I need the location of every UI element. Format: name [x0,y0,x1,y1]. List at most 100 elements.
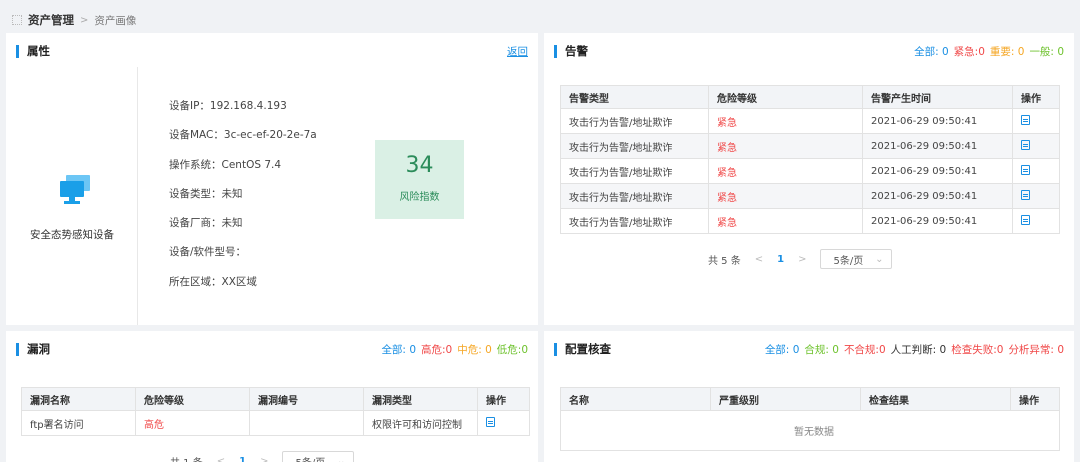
pager-total: 共 5 条 [708,255,741,267]
vuln-pagination: 共 1 条 < 1 > 5条/页 ⌄ [170,451,355,462]
col-header: 操作 [1010,387,1060,411]
config-header: 配置核查 全部: 0 合规: 0 不合规:0 人工判断: 0 检查失败:0 分析… [554,341,1064,357]
back-link[interactable]: 返回 [507,44,528,59]
vuln-name: ftp署名访问 [21,410,136,436]
prop-mac: 设备MAC：3c-ec-ef-20-2e-7a [169,129,317,142]
alarm-filter-all[interactable]: 全部: 0 [914,44,949,59]
prev-page-icon[interactable]: < [217,456,225,462]
risk-value: 34 [405,153,434,178]
vuln-filter-low[interactable]: 低危:0 [497,342,528,357]
table-row[interactable]: 攻击行为告警/地址欺诈 紧急 2021-06-29 09:50:41 [560,133,1060,159]
config-filter-bad[interactable]: 不合规:0 [844,342,886,357]
col-header: 严重级别 [710,387,861,411]
config-filter-ok[interactable]: 合规: 0 [804,342,839,357]
alarm-level: 紧急 [708,108,863,134]
risk-index-card: 34 风险指数 [375,140,464,219]
page-number[interactable]: 1 [239,456,246,462]
alarm-title: 告警 [565,44,588,58]
vuln-filter-all[interactable]: 全部: 0 [381,342,416,357]
breadcrumb: 资产管理 > 资产画像 [12,12,136,28]
detail-icon[interactable] [1021,189,1030,200]
alarm-type: 攻击行为告警/地址欺诈 [560,158,709,184]
alarm-level: 紧急 [708,133,863,159]
pager-total: 共 1 条 [170,454,203,462]
col-header: 告警产生时间 [862,85,1013,109]
table-row[interactable]: ftp署名访问 高危 权限许可和访问控制 [21,410,530,436]
table-row[interactable]: 攻击行为告警/地址欺诈 紧急 2021-06-29 09:50:41 [560,183,1060,209]
alarm-type: 攻击行为告警/地址欺诈 [560,183,709,209]
computer-icon [60,175,90,204]
col-header: 危险等级 [135,387,250,411]
vuln-panel: 漏洞 全部: 0 高危:0 中危: 0 低危:0 漏洞名称 危险等级 漏洞编号 … [6,331,538,462]
vuln-type: 权限许可和访问控制 [363,410,478,436]
breadcrumb-current[interactable]: 资产管理 [28,12,74,28]
vuln-filter-mid[interactable]: 中危: 0 [457,342,492,357]
empty-row: 暂无数据 [560,410,1060,451]
title-bar [16,342,19,356]
config-filter-all[interactable]: 全部: 0 [765,342,800,357]
detail-icon[interactable] [1021,214,1030,225]
col-header: 名称 [560,387,711,411]
detail-icon[interactable] [486,416,495,427]
alarm-time: 2021-06-29 09:50:41 [862,133,1013,159]
vuln-table: 漏洞名称 危险等级 漏洞编号 漏洞类型 操作 ftp署名访问 高危 权限许可和访问控… [21,387,530,436]
page-size-select[interactable]: 5条/页 ⌄ [282,451,355,462]
config-title: 配置核查 [565,342,611,356]
vuln-title: 漏洞 [27,342,50,356]
attr-title: 属性 [27,44,50,58]
alarm-time: 2021-06-29 09:50:41 [862,158,1013,184]
alarm-level: 紧急 [708,208,863,234]
config-filter-fail[interactable]: 检查失败:0 [951,342,1003,357]
attr-panel: 属性 返回 安全态势感知设备 设备IP：192.168.4.193 设备MAC：… [6,33,538,325]
col-header: 告警类型 [560,85,709,109]
breadcrumb-separator-icon: > [80,14,89,26]
page-size-select[interactable]: 5条/页 ⌄ [820,249,893,269]
alarm-filter-normal[interactable]: 一般: 0 [1029,44,1064,59]
alarm-filter-urgent[interactable]: 紧急:0 [954,44,985,59]
prop-vendor: 设备厂商：未知 [169,217,243,230]
device-name: 安全态势感知设备 [30,229,114,241]
alarm-level: 紧急 [708,158,863,184]
config-panel: 配置核查 全部: 0 合规: 0 不合规:0 人工判断: 0 检查失败:0 分析… [544,331,1074,462]
col-header: 检查结果 [860,387,1011,411]
alarm-filter-important[interactable]: 重要: 0 [990,44,1025,59]
vuln-header: 漏洞 全部: 0 高危:0 中危: 0 低危:0 [16,341,528,357]
alarm-type: 攻击行为告警/地址欺诈 [560,108,709,134]
alarm-panel: 告警 全部: 0 紧急:0 重要: 0 一般: 0 告警类型 危险等级 告警产生… [544,33,1074,325]
col-header: 漏洞编号 [249,387,364,411]
alarm-type: 攻击行为告警/地址欺诈 [560,133,709,159]
alarm-header: 告警 全部: 0 紧急:0 重要: 0 一般: 0 [554,43,1064,59]
alarm-type: 攻击行为告警/地址欺诈 [560,208,709,234]
page-size-value: 5条/页 [833,255,864,267]
detail-icon[interactable] [1021,164,1030,175]
attr-header: 属性 返回 [16,43,528,59]
page-number[interactable]: 1 [777,254,784,265]
breadcrumb-sub: 资产画像 [94,14,137,27]
alarm-time: 2021-06-29 09:50:41 [862,183,1013,209]
page-size-value: 5条/页 [295,454,325,462]
detail-icon[interactable] [1021,114,1030,125]
table-row[interactable]: 攻击行为告警/地址欺诈 紧急 2021-06-29 09:50:41 [560,108,1060,134]
table-row[interactable]: 攻击行为告警/地址欺诈 紧急 2021-06-29 09:50:41 [560,158,1060,184]
col-header: 危险等级 [708,85,863,109]
config-table: 名称 严重级别 检查结果 操作 暂无数据 [560,387,1060,451]
title-bar [16,44,19,58]
col-header: 漏洞名称 [21,387,136,411]
next-page-icon[interactable]: > [798,254,806,265]
prop-model: 设备/软件型号： [169,246,247,259]
home-icon[interactable] [12,15,22,25]
prev-page-icon[interactable]: < [755,254,763,265]
next-page-icon[interactable]: > [260,456,268,462]
config-filter-err[interactable]: 分析异常: 0 [1008,342,1064,357]
chevron-down-icon: ⌄ [875,253,884,265]
prop-os: 操作系统：CentOS 7.4 [169,158,282,171]
table-row[interactable]: 攻击行为告警/地址欺诈 紧急 2021-06-29 09:50:41 [560,208,1060,234]
detail-icon[interactable] [1021,139,1030,150]
vuln-id [249,410,364,436]
alarm-table: 告警类型 危险等级 告警产生时间 操作 攻击行为告警/地址欺诈 紧急 2021-06… [560,85,1060,234]
chevron-down-icon: ⌄ [337,455,346,462]
col-header: 操作 [477,387,530,411]
vuln-filter-high[interactable]: 高危:0 [421,342,452,357]
col-header: 操作 [1012,85,1060,109]
config-filter-manual[interactable]: 人工判断: 0 [891,342,947,357]
